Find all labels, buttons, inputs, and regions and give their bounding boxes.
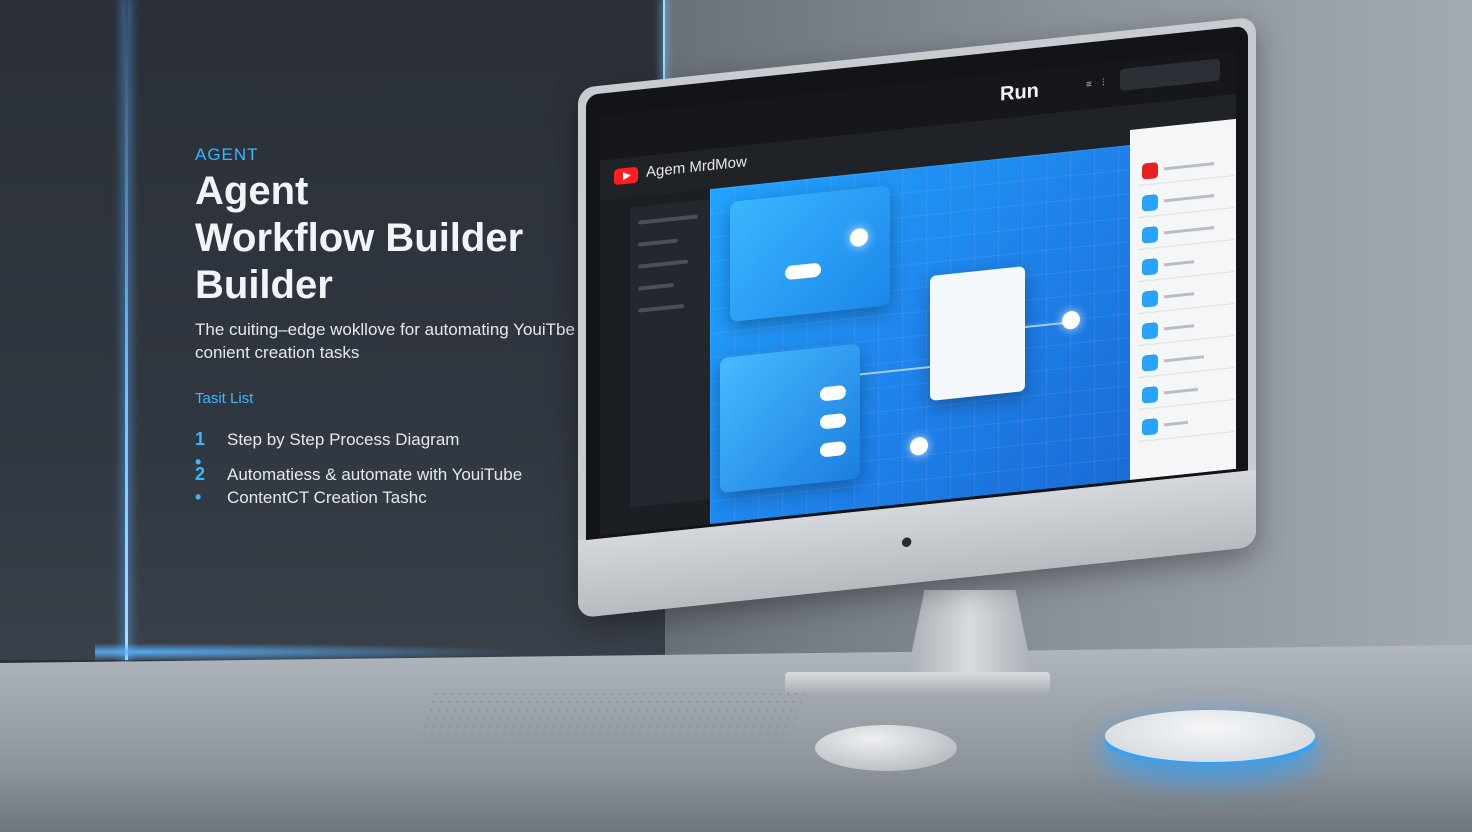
smart-speaker [1105,710,1315,762]
workflow-card[interactable] [720,343,860,494]
workflow-canvas[interactable] [710,144,1130,525]
panel-item[interactable] [1138,181,1234,219]
panel-item[interactable] [1138,373,1234,411]
left-sidebar [630,199,710,508]
task-list-label: Tasit List [195,390,254,407]
task-text: Automatiess & automate with YouiTube Con… [227,465,523,507]
step-icon [1142,194,1158,212]
workflow-node-pill[interactable] [820,384,846,402]
step-icon [1142,290,1158,308]
menu-icon[interactable]: ≡ [1086,79,1096,91]
panel-item-text [1164,260,1194,267]
panel-item-text [1164,420,1188,427]
panel-item-text [1164,387,1198,395]
filter-icon[interactable]: ⫶ [1102,77,1112,89]
step-icon [1142,226,1158,244]
panel-item[interactable] [1138,405,1234,443]
monitor-stand-base [785,672,1050,694]
step-details-card[interactable] [930,266,1025,402]
youtube-icon [1142,162,1158,180]
sidebar-item[interactable] [638,238,678,247]
panel-item-text [1164,355,1204,363]
step-icon [1142,322,1158,340]
apple-logo-icon: ● [900,527,914,555]
app-name: Agem MrdMow [646,153,747,181]
panel-item[interactable] [1138,149,1234,187]
workflow-node-pill[interactable] [820,440,846,458]
mouse [815,725,957,771]
monitor-screen: Run ≡ ⫶ Agem MrdMow [600,48,1236,536]
run-button[interactable]: Run [1000,80,1039,107]
glow-light-strip [125,0,128,660]
panel-item-text [1164,226,1214,235]
workflow-node-pill[interactable] [785,262,821,281]
hero-title: Agent Workflow Builder Builder [195,168,523,309]
sidebar-item[interactable] [638,303,684,313]
eyebrow-label: AGENT [195,145,259,164]
workflow-card[interactable] [730,185,890,323]
step-icon [1142,386,1158,404]
panel-item[interactable] [1138,341,1234,379]
title-line-2: Workflow Builder [195,216,524,260]
hero-subtitle: The cuiting–edge wokllove for automating… [195,320,575,362]
search-input[interactable] [1120,58,1220,92]
step-icon [1142,258,1158,276]
sidebar-item[interactable] [638,259,688,269]
title-line-3: Builder [195,263,333,307]
workflow-node[interactable] [850,227,868,248]
monitor-stand [905,590,1035,685]
panel-item-text [1164,194,1214,203]
title-line-1: Agent [195,169,309,213]
panel-item-text [1164,324,1194,331]
task-number: 2 • [195,464,206,507]
sidebar-item[interactable] [638,214,698,225]
panel-item[interactable] [1138,213,1234,251]
panel-item[interactable] [1138,245,1234,283]
right-panel [1130,118,1236,480]
panel-item-text [1164,292,1194,299]
desk-glow [95,643,525,661]
task-text: Step by Step Process Diagram [227,430,460,449]
keyboard [416,690,806,742]
workflow-node-pill[interactable] [820,412,846,430]
monitor-bezel: Run ≡ ⫶ Agem MrdMow [586,25,1248,541]
sidebar-item[interactable] [638,282,674,291]
step-icon [1142,418,1158,436]
monitor: Run ≡ ⫶ Agem MrdMow ● [578,16,1256,619]
step-icon [1142,354,1158,372]
panel-item[interactable] [1138,309,1234,347]
youtube-play-icon [614,166,638,186]
panel-item[interactable] [1138,277,1234,315]
panel-item-text [1164,162,1214,171]
